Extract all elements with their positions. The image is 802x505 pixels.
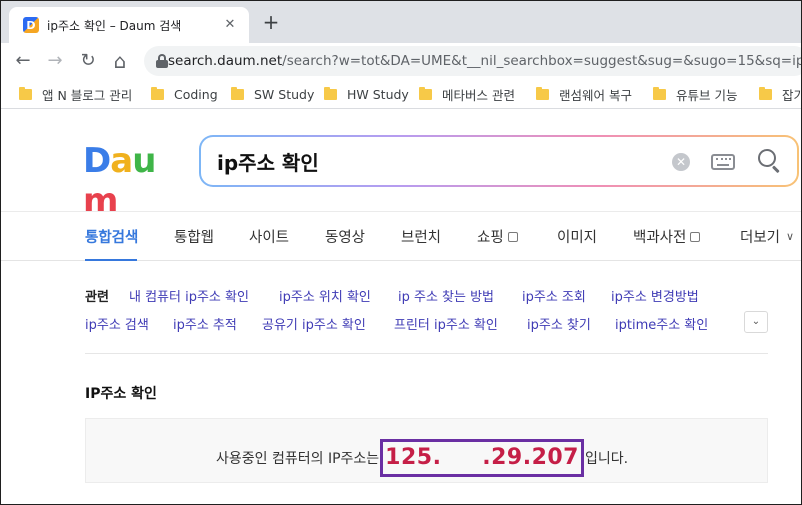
search-box: ip주소 확인 ✕ xyxy=(199,135,799,187)
active-tab-underline xyxy=(85,259,137,261)
folder-icon xyxy=(419,86,432,100)
logo-letter: a xyxy=(110,141,133,181)
bookmark-folder-ransomware[interactable]: 랜섬웨어 복구 xyxy=(536,85,632,103)
related-link[interactable]: ip주소 검색 xyxy=(85,314,149,333)
browser-toolbar: ← → ↻ ⌂ search.daum.net/search?w=tot&DA=… xyxy=(1,43,801,79)
keyboard-icon[interactable] xyxy=(711,154,735,170)
home-icon[interactable]: ⌂ xyxy=(108,49,132,73)
daum-logo[interactable]: Daum xyxy=(83,141,179,221)
tab-title: ip주소 확인 – Daum 검색 xyxy=(47,18,182,33)
ip-prefix-text: 사용중인 컴퓨터의 IP주소는 xyxy=(216,451,380,467)
search-query-text: ip주소 확인 xyxy=(217,151,319,175)
tab-more[interactable]: 더보기 ∨ xyxy=(740,226,794,247)
folder-icon xyxy=(19,86,32,100)
tab-integrated-web[interactable]: 통합웹 xyxy=(174,226,214,247)
related-expand-button[interactable]: ⌄ xyxy=(744,311,768,333)
related-link[interactable]: 프린터 ip주소 확인 xyxy=(394,314,498,333)
bookmark-folder-hw-study[interactable]: HW Study xyxy=(324,85,409,103)
browser-window: D ip주소 확인 – Daum 검색 ✕ + ← → ↻ ⌂ search.d… xyxy=(0,0,802,505)
related-link[interactable]: ip주소 추적 xyxy=(173,314,237,333)
chevron-down-icon: ∨ xyxy=(786,230,795,243)
related-link[interactable]: 공유기 ip주소 확인 xyxy=(262,314,366,333)
clear-search-icon[interactable]: ✕ xyxy=(672,153,690,171)
related-link[interactable]: ip주소 조회 xyxy=(522,286,586,305)
bookmark-folder-metaverse[interactable]: 메타버스 관련 xyxy=(419,85,515,103)
ip-suffix-text: 입니다. xyxy=(585,451,629,467)
related-label: 관련 xyxy=(85,290,109,305)
related-link[interactable]: ip주소 변경방법 xyxy=(611,286,699,305)
bookmark-folder-blog[interactable]: 앱 N 블로그 관리 xyxy=(19,85,132,103)
bookmark-folder-misc[interactable]: 잡기 xyxy=(759,85,801,103)
external-box-icon xyxy=(690,231,701,242)
browser-tab[interactable]: D ip주소 확인 – Daum 검색 ✕ xyxy=(9,7,249,43)
forward-arrow-icon[interactable]: → xyxy=(43,49,67,73)
address-bar[interactable]: search.daum.net/search?w=tot&DA=UME&t__n… xyxy=(144,46,802,76)
section-divider xyxy=(85,353,768,354)
tab-encyclopedia[interactable]: 백과사전 xyxy=(633,226,701,247)
related-link[interactable]: ip주소 위치 확인 xyxy=(279,286,371,305)
external-box-icon xyxy=(507,231,518,242)
tab-integrated-search[interactable]: 통합검색 xyxy=(85,226,138,247)
related-link[interactable]: iptime주소 확인 xyxy=(615,314,708,333)
url-text[interactable]: search.daum.net/search?w=tot&DA=UME&t__n… xyxy=(168,53,802,69)
url-path: /search?w=tot&DA=UME&t__nil_searchbox=su… xyxy=(282,53,802,69)
ip-result-line: 사용중인 컴퓨터의 IP주소는 125. .29.207 입니다. xyxy=(216,439,628,477)
folder-icon xyxy=(536,86,549,100)
search-input[interactable]: ip주소 확인 ✕ xyxy=(201,137,797,185)
tab-images[interactable]: 이미지 xyxy=(557,226,597,247)
search-category-tabs: 통합검색 통합웹 사이트 동영상 브런치 쇼핑 이미지 백과사전 더보기 ∨ xyxy=(1,211,801,261)
bookmark-folder-youtube[interactable]: 유튜브 기능 xyxy=(653,85,737,103)
tab-strip: D ip주소 확인 – Daum 검색 ✕ + xyxy=(1,1,801,43)
folder-icon xyxy=(653,86,666,100)
tab-brunch[interactable]: 브런치 xyxy=(401,226,441,247)
ip-section-title: IP주소 확인 xyxy=(85,386,157,402)
ip-result-box: 사용중인 컴퓨터의 IP주소는 125. .29.207 입니다. xyxy=(85,418,768,483)
reload-icon[interactable]: ↻ xyxy=(76,49,100,73)
bookmark-folder-sw-study[interactable]: SW Study xyxy=(231,85,314,103)
related-link[interactable]: ip 주소 찾는 방법 xyxy=(398,286,494,305)
ip-highlight-box: 125. .29.207 xyxy=(380,439,584,477)
tab-shopping[interactable]: 쇼핑 xyxy=(477,226,518,247)
back-arrow-icon[interactable]: ← xyxy=(11,49,35,73)
tab-sites[interactable]: 사이트 xyxy=(249,226,289,247)
new-tab-button[interactable]: + xyxy=(259,11,283,35)
related-link[interactable]: ip주소 찾기 xyxy=(527,314,591,333)
bookmark-folder-coding[interactable]: Coding xyxy=(151,85,218,103)
ip-address-value: 125. .29.207 xyxy=(385,445,579,470)
tab-close-icon[interactable]: ✕ xyxy=(221,16,239,34)
bookmarks-bar: 앱 N 블로그 관리 Coding SW Study HW Study 메타버스… xyxy=(1,79,801,109)
folder-icon xyxy=(324,86,337,100)
folder-icon xyxy=(759,86,772,100)
related-link[interactable]: 내 컴퓨터 ip주소 확인 xyxy=(129,286,249,305)
daum-favicon-icon: D xyxy=(23,17,39,33)
logo-letter: u xyxy=(132,141,156,181)
logo-letter: D xyxy=(83,141,111,181)
folder-icon xyxy=(151,86,164,100)
tab-videos[interactable]: 동영상 xyxy=(325,226,365,247)
search-icon[interactable] xyxy=(758,149,780,174)
url-host: search.daum.net xyxy=(168,53,283,69)
folder-icon xyxy=(231,86,244,100)
